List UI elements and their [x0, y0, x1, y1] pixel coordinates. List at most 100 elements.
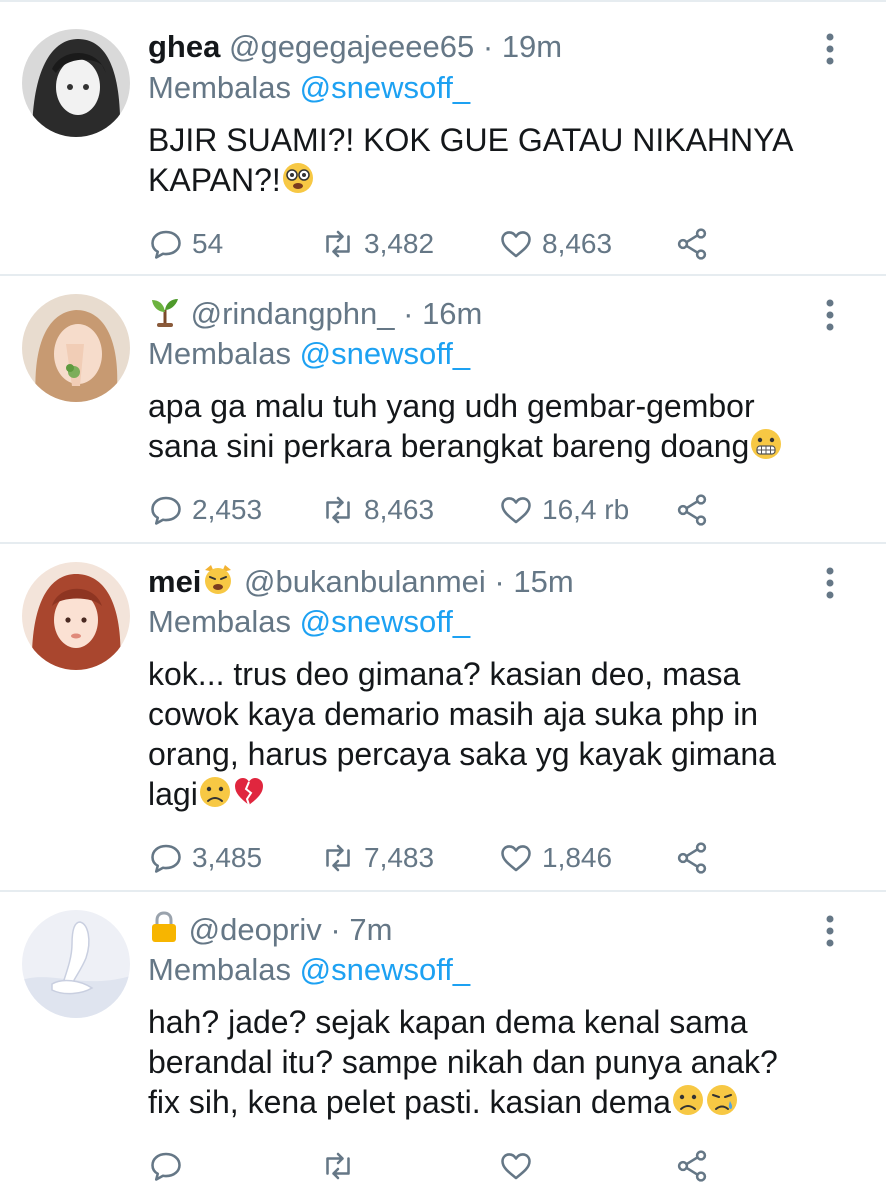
dizzy-face-emoji — [281, 161, 315, 204]
like-count: 1,846 — [542, 842, 613, 873]
like-button[interactable]: 8,463 — [498, 224, 612, 264]
mention-link[interactable]: @snewsoff_ — [300, 604, 471, 639]
heart-icon — [501, 845, 531, 872]
text-line: orang, harus percaya saka yg kayak giman… — [148, 736, 776, 772]
text-line: berandal itu? sampe nikah dan punya anak… — [148, 1044, 778, 1080]
reply-count: 54 — [192, 228, 224, 259]
tweet-header: @deopriv · 7m — [148, 910, 806, 950]
share-icon — [677, 1150, 707, 1182]
mention-link[interactable]: @snewsoff_ — [300, 336, 471, 371]
like-button[interactable]: 16,4 rb — [498, 490, 629, 530]
tweet-header: mei @bukanbulanmei · 15m — [148, 562, 806, 602]
share-button[interactable] — [674, 1146, 718, 1186]
text-line: cowok kaya demario masih aja suka php in — [148, 696, 759, 732]
timestamp[interactable]: 15m — [513, 564, 573, 599]
replying-to-label: Membalas — [148, 952, 291, 987]
separator-dot: · — [494, 564, 505, 599]
mention-link[interactable]: @snewsoff_ — [300, 952, 471, 987]
tweet-text: BJIR SUAMI?! KOK GUE GATAU NIKAHNYA KAPA… — [148, 120, 846, 204]
replying-to-label: Membalas — [148, 604, 291, 639]
tweet[interactable]: @deopriv · 7m Membalas @snewsoff_ hah? j… — [0, 892, 886, 1200]
text-line: lagi — [148, 774, 846, 818]
like-button[interactable] — [498, 1146, 542, 1186]
reply-button[interactable]: 3,485 — [148, 838, 262, 878]
timestamp[interactable]: 16m — [422, 296, 482, 331]
like-button[interactable]: 1,846 — [498, 838, 612, 878]
more-options-icon[interactable] — [820, 298, 840, 332]
crying-face-emoji — [705, 1083, 739, 1126]
more-options-icon[interactable] — [820, 32, 840, 66]
retweet-icon — [326, 844, 350, 872]
user-handle[interactable]: @gegegajeeee65 — [229, 29, 474, 64]
reply-feed: ghea @gegegajeeee65 · 19m Membalas @snew… — [0, 0, 886, 1200]
like-count: 16,4 rb — [542, 494, 630, 525]
share-icon — [677, 228, 707, 260]
tweet-header: ghea @gegegajeeee65 · 19m — [148, 27, 806, 67]
tweet-text: kok... trus deo gimana? kasian deo, masa… — [148, 654, 846, 818]
text-line: BJIR SUAMI?! KOK GUE GATAU NIKAHNYA — [148, 122, 794, 158]
share-button[interactable] — [674, 490, 718, 530]
reply-count: 2,453 — [192, 494, 263, 525]
retweet-count: 7,483 — [364, 842, 435, 873]
timestamp[interactable]: 19m — [502, 29, 562, 64]
heart-icon — [501, 497, 531, 524]
timestamp[interactable]: 7m — [349, 912, 392, 947]
avatar[interactable] — [22, 562, 130, 670]
retweet-button[interactable]: 8,463 — [320, 490, 434, 530]
reply-icon — [151, 1152, 181, 1181]
replying-to: Membalas @snewsoff_ — [148, 68, 470, 108]
reply-icon — [151, 496, 181, 525]
heart-icon — [501, 1153, 531, 1180]
user-handle[interactable]: @rindangphn_ — [191, 296, 395, 331]
replying-to-label: Membalas — [148, 336, 291, 371]
retweet-button[interactable]: 7,483 — [320, 838, 434, 878]
tweet[interactable]: ghea @gegegajeeee65 · 19m Membalas @snew… — [0, 0, 886, 276]
more-options-icon[interactable] — [820, 566, 840, 600]
more-options-icon[interactable] — [820, 914, 840, 948]
tweet[interactable]: @rindangphn_ · 16m Membalas @snewsoff_ a… — [0, 276, 886, 544]
heart-icon — [501, 231, 531, 258]
text-line: kok... trus deo gimana? kasian deo, masa — [148, 656, 741, 692]
retweet-button[interactable] — [320, 1146, 364, 1186]
share-icon — [677, 842, 707, 874]
avatar[interactable] — [22, 910, 130, 1018]
retweet-icon — [326, 1152, 350, 1180]
broken-heart-emoji — [232, 775, 266, 818]
separator-dot: · — [330, 912, 341, 947]
tweet-text: apa ga malu tuh yang udh gembar-gembor s… — [148, 386, 846, 470]
seedling-icon — [148, 294, 182, 334]
user-handle[interactable]: @bukanbulanmei — [244, 564, 486, 599]
tweet-actions: 54 3,482 8,463 — [148, 224, 748, 264]
retweet-icon — [326, 230, 350, 258]
reply-button[interactable]: 54 — [148, 224, 223, 264]
grimacing-face-emoji — [749, 427, 783, 470]
replying-to-label: Membalas — [148, 70, 291, 105]
share-button[interactable] — [674, 838, 718, 878]
text-line: apa ga malu tuh yang udh gembar-gembor — [148, 388, 755, 424]
reply-button[interactable]: 2,453 — [148, 490, 262, 530]
tweet-actions: 3,485 7,483 1,846 — [148, 838, 748, 878]
retweet-count: 8,463 — [364, 494, 435, 525]
weary-cat-icon — [201, 562, 235, 602]
replying-to: Membalas @snewsoff_ — [148, 334, 470, 374]
text-line: KAPAN?! — [148, 160, 846, 204]
mention-link[interactable]: @snewsoff_ — [300, 70, 471, 105]
display-name[interactable]: mei — [148, 564, 201, 599]
avatar[interactable] — [22, 294, 130, 402]
avatar[interactable] — [22, 29, 130, 137]
separator-dot: · — [403, 296, 414, 331]
text-line: fix sih, kena pelet pasti. kasian dema — [148, 1082, 846, 1126]
tweet-text: hah? jade? sejak kapan dema kenal sama b… — [148, 1002, 846, 1126]
retweet-button[interactable]: 3,482 — [320, 224, 434, 264]
tweet[interactable]: mei @bukanbulanmei · 15m Membalas @snews… — [0, 544, 886, 892]
reply-button[interactable] — [148, 1146, 192, 1186]
display-name[interactable]: ghea — [148, 29, 220, 64]
user-handle[interactable]: @deopriv — [189, 912, 322, 947]
separator-dot: · — [482, 29, 494, 64]
share-icon — [677, 494, 707, 526]
replying-to: Membalas @snewsoff_ — [148, 950, 470, 990]
share-button[interactable] — [674, 224, 718, 264]
like-count: 8,463 — [542, 228, 613, 259]
tweet-actions: 2,453 8,463 16,4 rb — [148, 490, 748, 530]
tweet-header: @rindangphn_ · 16m — [148, 294, 806, 334]
